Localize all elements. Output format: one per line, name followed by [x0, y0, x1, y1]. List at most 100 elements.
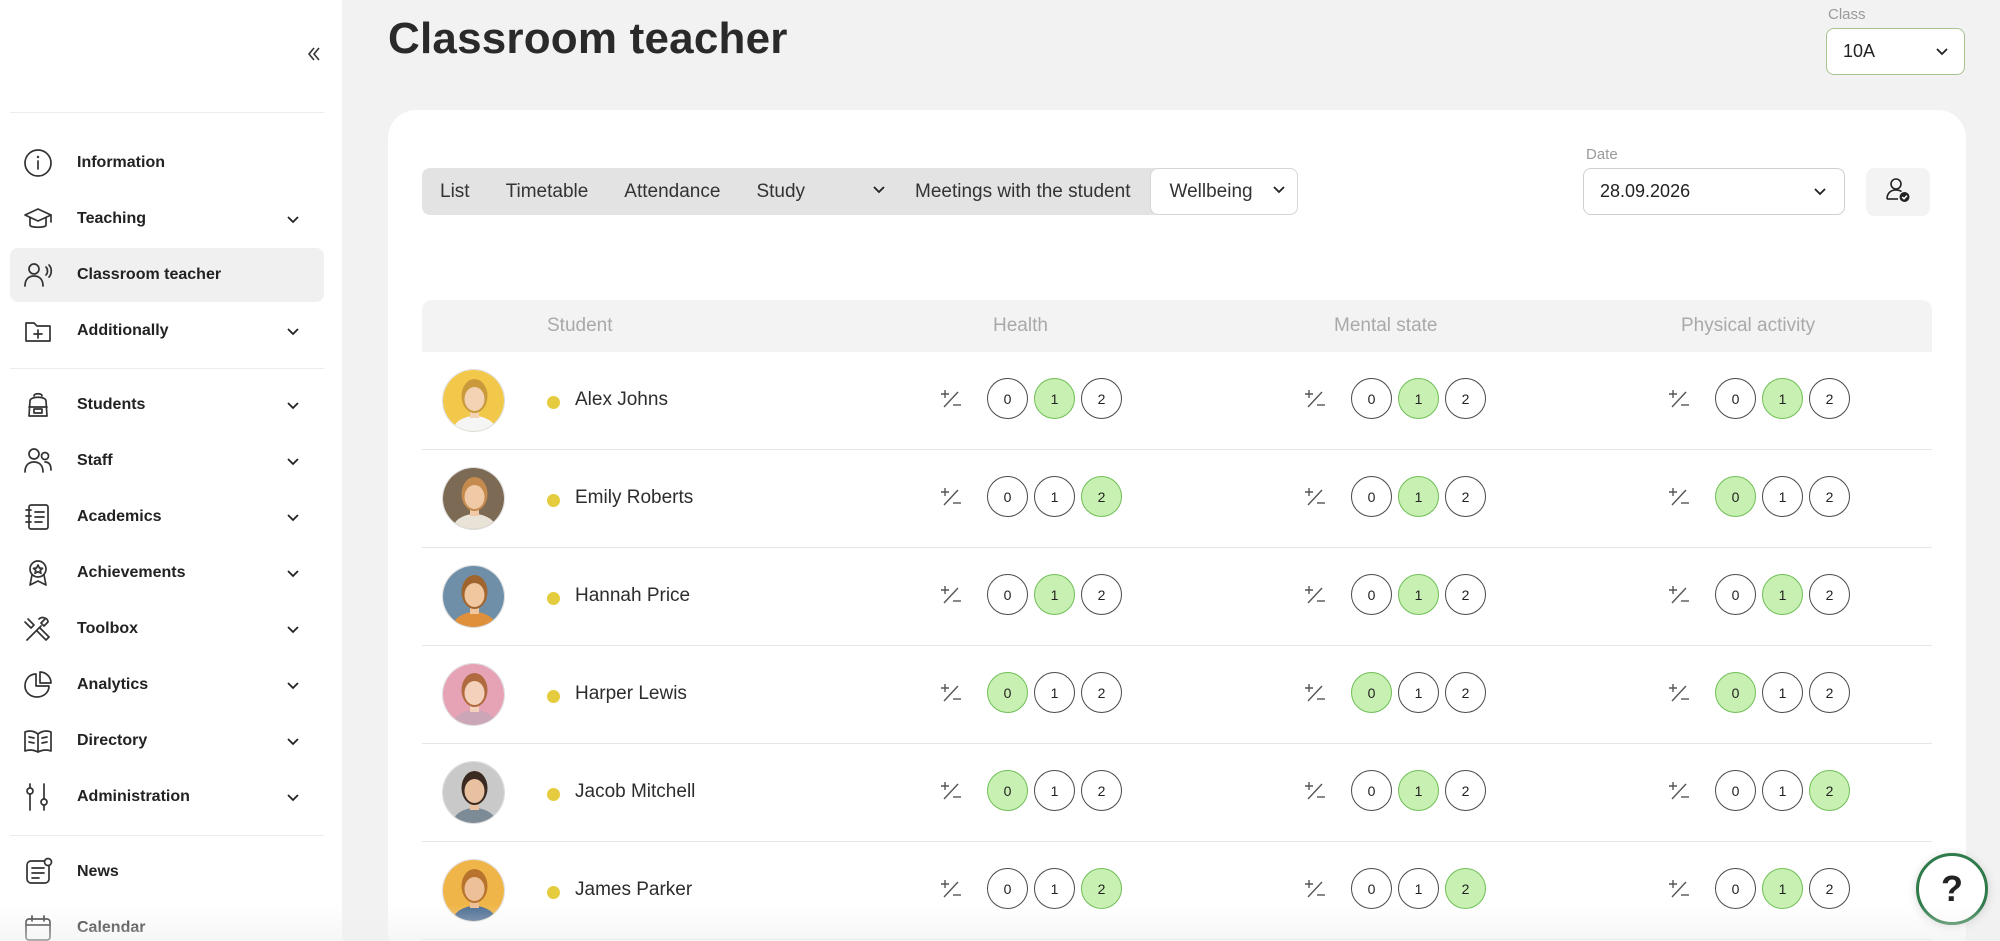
score-option-2[interactable]: 2: [1445, 476, 1486, 517]
sidebar-item-additionally[interactable]: Additionally: [10, 304, 324, 358]
score-option-1[interactable]: 1: [1398, 770, 1439, 811]
tab-study[interactable]: Study: [738, 168, 897, 215]
plus-minus-icon[interactable]: [1304, 584, 1326, 606]
sidebar-item-teaching[interactable]: Teaching: [10, 192, 324, 246]
score-option-1[interactable]: 1: [1398, 672, 1439, 713]
score-option-2[interactable]: 2: [1081, 868, 1122, 909]
score-option-2[interactable]: 2: [1809, 672, 1850, 713]
chevron-down-icon[interactable]: [282, 562, 304, 584]
plus-minus-icon[interactable]: [1304, 388, 1326, 410]
chevron-down-icon[interactable]: [282, 450, 304, 472]
score-option-2[interactable]: 2: [1445, 770, 1486, 811]
score-option-0[interactable]: 0: [1715, 574, 1756, 615]
score-option-2[interactable]: 2: [1081, 672, 1122, 713]
score-option-1[interactable]: 1: [1762, 770, 1803, 811]
sidebar-item-calendar[interactable]: Calendar: [10, 901, 324, 941]
sidebar-item-toolbox[interactable]: Toolbox: [10, 602, 324, 656]
date-picker[interactable]: 28.09.2026: [1583, 168, 1845, 215]
score-option-1[interactable]: 1: [1762, 476, 1803, 517]
chevron-down-icon[interactable]: [282, 394, 304, 416]
score-option-2[interactable]: 2: [1445, 672, 1486, 713]
score-option-0[interactable]: 0: [1351, 574, 1392, 615]
score-option-2[interactable]: 2: [1809, 476, 1850, 517]
chevron-down-icon[interactable]: [282, 786, 304, 808]
score-option-0[interactable]: 0: [1715, 476, 1756, 517]
plus-minus-icon[interactable]: [1304, 682, 1326, 704]
sidebar-item-students[interactable]: Students: [10, 378, 324, 432]
score-option-0[interactable]: 0: [987, 770, 1028, 811]
score-option-2[interactable]: 2: [1809, 868, 1850, 909]
score-option-0[interactable]: 0: [1351, 378, 1392, 419]
score-option-2[interactable]: 2: [1081, 770, 1122, 811]
chevron-down-icon[interactable]: [282, 730, 304, 752]
help-button[interactable]: ?: [1916, 853, 1988, 925]
plus-minus-icon[interactable]: [940, 780, 962, 802]
score-option-1[interactable]: 1: [1398, 868, 1439, 909]
score-option-1[interactable]: 1: [1034, 476, 1075, 517]
plus-minus-icon[interactable]: [1304, 780, 1326, 802]
plus-minus-icon[interactable]: [1668, 486, 1690, 508]
score-option-0[interactable]: 0: [1351, 770, 1392, 811]
score-option-1[interactable]: 1: [1034, 672, 1075, 713]
score-option-0[interactable]: 0: [987, 868, 1028, 909]
collapse-sidebar-icon[interactable]: [300, 40, 328, 68]
chevron-down-icon[interactable]: [282, 618, 304, 640]
score-option-2[interactable]: 2: [1445, 574, 1486, 615]
score-option-1[interactable]: 1: [1398, 476, 1439, 517]
user-check-button[interactable]: [1866, 168, 1930, 216]
chevron-down-icon[interactable]: [282, 674, 304, 696]
score-option-1[interactable]: 1: [1762, 672, 1803, 713]
plus-minus-icon[interactable]: [1668, 780, 1690, 802]
chevron-down-icon[interactable]: [282, 320, 304, 342]
sidebar-item-classroom-teacher[interactable]: Classroom teacher: [10, 248, 324, 302]
plus-minus-icon[interactable]: [940, 486, 962, 508]
score-option-0[interactable]: 0: [1715, 770, 1756, 811]
score-option-1[interactable]: 1: [1762, 868, 1803, 909]
score-option-2[interactable]: 2: [1809, 574, 1850, 615]
score-option-2[interactable]: 2: [1081, 476, 1122, 517]
score-option-2[interactable]: 2: [1809, 378, 1850, 419]
score-option-1[interactable]: 1: [1034, 378, 1075, 419]
plus-minus-icon[interactable]: [940, 682, 962, 704]
score-option-1[interactable]: 1: [1034, 574, 1075, 615]
score-option-2[interactable]: 2: [1081, 378, 1122, 419]
score-option-1[interactable]: 1: [1034, 770, 1075, 811]
score-option-2[interactable]: 2: [1081, 574, 1122, 615]
score-option-0[interactable]: 0: [1715, 672, 1756, 713]
tab-timetable[interactable]: Timetable: [488, 168, 607, 215]
chevron-down-icon[interactable]: [282, 506, 304, 528]
score-option-1[interactable]: 1: [1398, 378, 1439, 419]
score-option-0[interactable]: 0: [987, 378, 1028, 419]
plus-minus-icon[interactable]: [1668, 878, 1690, 900]
score-option-0[interactable]: 0: [1715, 378, 1756, 419]
score-option-1[interactable]: 1: [1762, 378, 1803, 419]
score-option-2[interactable]: 2: [1809, 770, 1850, 811]
plus-minus-icon[interactable]: [940, 584, 962, 606]
sidebar-item-staff[interactable]: Staff: [10, 434, 324, 488]
tab-list[interactable]: List: [422, 168, 488, 215]
score-option-0[interactable]: 0: [987, 574, 1028, 615]
plus-minus-icon[interactable]: [1668, 682, 1690, 704]
score-option-0[interactable]: 0: [1351, 868, 1392, 909]
score-option-1[interactable]: 1: [1762, 574, 1803, 615]
score-option-0[interactable]: 0: [1715, 868, 1756, 909]
plus-minus-icon[interactable]: [940, 878, 962, 900]
plus-minus-icon[interactable]: [1304, 878, 1326, 900]
sidebar-item-information[interactable]: Information: [10, 136, 324, 190]
tab-wellbeing[interactable]: Wellbeing: [1150, 168, 1298, 215]
tab-attendance[interactable]: Attendance: [606, 168, 738, 215]
plus-minus-icon[interactable]: [1668, 388, 1690, 410]
plus-minus-icon[interactable]: [1304, 486, 1326, 508]
sidebar-item-news[interactable]: News: [10, 845, 324, 899]
sidebar-item-directory[interactable]: Directory: [10, 714, 324, 768]
score-option-0[interactable]: 0: [1351, 672, 1392, 713]
chevron-down-icon[interactable]: [282, 208, 304, 230]
score-option-2[interactable]: 2: [1445, 868, 1486, 909]
plus-minus-icon[interactable]: [1668, 584, 1690, 606]
sidebar-item-academics[interactable]: Academics: [10, 490, 324, 544]
tab-meetings[interactable]: Meetings with the student: [897, 168, 1148, 215]
score-option-1[interactable]: 1: [1398, 574, 1439, 615]
score-option-0[interactable]: 0: [987, 672, 1028, 713]
sidebar-item-administration[interactable]: Administration: [10, 770, 324, 824]
score-option-0[interactable]: 0: [1351, 476, 1392, 517]
